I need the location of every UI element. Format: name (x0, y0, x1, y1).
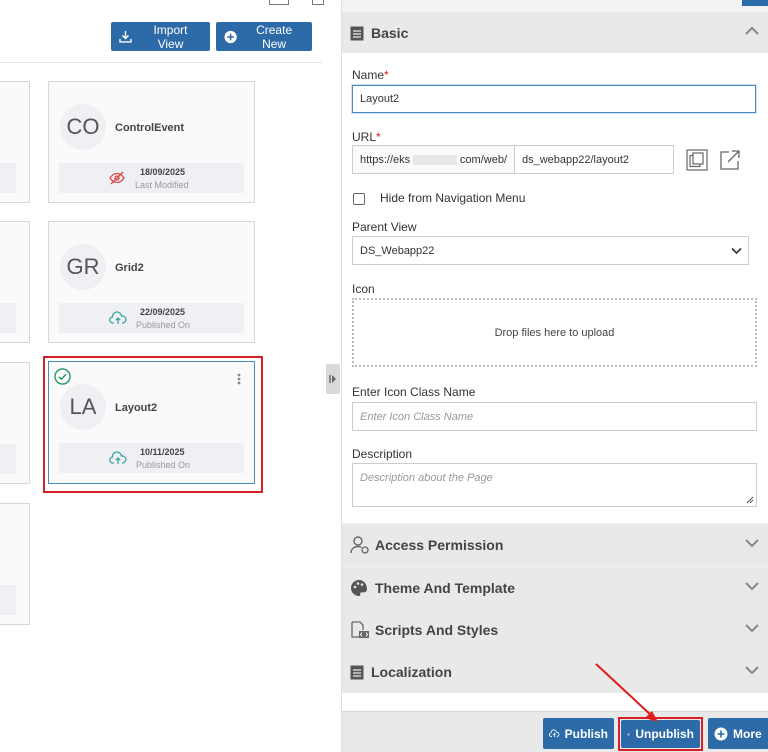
create-new-label: Create New (256, 22, 293, 51)
url-input[interactable]: ds_webapp22/layout2 (514, 145, 674, 174)
card-status: Published On (136, 460, 191, 470)
copy-icon[interactable] (686, 149, 708, 171)
chevron-up-icon (745, 26, 759, 35)
view-card-layout2[interactable]: LA Layout2 10/11/2025 Published On (48, 361, 255, 484)
unpublish-button[interactable]: Unpublish (621, 720, 700, 748)
section-localization-header[interactable]: Localization (342, 651, 768, 693)
create-new-button[interactable]: Create New (216, 22, 312, 51)
icon-class-label: Enter Icon Class Name (352, 385, 476, 399)
card-date: 22/09/2025 (140, 307, 186, 317)
code-file-icon (350, 621, 370, 639)
url-prefix: https://eks com/web/ (352, 145, 515, 174)
card-title: Grid2 (115, 262, 144, 274)
form-icon (350, 665, 364, 680)
card-date: 10/11/2025 (140, 447, 185, 457)
view-card-partial[interactable] (0, 362, 30, 484)
import-view-button[interactable]: Import View (111, 22, 210, 51)
form-icon (350, 26, 364, 41)
card-title: ControlEvent (115, 122, 185, 134)
card-footer (0, 444, 16, 474)
avatar: CO (60, 104, 106, 150)
eye-off-icon (627, 732, 631, 736)
card-footer: 10/11/2025 Published On (59, 443, 244, 473)
chevron-down-icon (745, 624, 759, 633)
download-icon (119, 31, 132, 43)
card-date: 18/09/2025 (140, 167, 186, 177)
section-theme-title: Theme And Template (375, 580, 516, 596)
avatar: LA (60, 384, 106, 430)
card-footer (0, 303, 16, 333)
chevron-down-icon (745, 582, 759, 591)
cloud-upload-icon (549, 729, 560, 738)
name-label: Name* (352, 68, 389, 82)
url-label: URL* (352, 130, 381, 144)
action-bar: Publish Unpublish More (342, 711, 768, 752)
more-vertical-icon[interactable] (237, 373, 241, 385)
views-panel: Import View Create New CO ControlEvent 1… (0, 0, 324, 752)
view-card-partial[interactable] (0, 221, 30, 343)
section-localization-title: Localization (371, 664, 452, 680)
toolbar-corner-icon-2[interactable] (312, 0, 324, 5)
icon-dropzone[interactable]: Drop files here to upload (352, 298, 757, 367)
chevron-down-icon (731, 247, 742, 255)
views-toolbar: Import View Create New (0, 0, 324, 63)
more-label: More (733, 726, 762, 741)
url-redacted (413, 154, 457, 165)
icon-class-input[interactable]: Enter Icon Class Name (352, 402, 757, 431)
palette-icon (350, 579, 368, 597)
section-access-header[interactable]: Access Permission (342, 524, 768, 566)
description-textarea[interactable]: Description about the Page (352, 463, 757, 507)
view-card-partial[interactable] (0, 81, 30, 203)
plus-circle-icon (714, 727, 728, 740)
parent-view-label: Parent View (352, 220, 417, 234)
panel-spacer (342, 693, 768, 711)
resize-handle-icon[interactable] (746, 496, 754, 504)
check-circle-icon (54, 368, 71, 385)
name-input[interactable]: Layout2 (352, 85, 756, 113)
icon-label: Icon (352, 282, 375, 296)
section-basic-body: Name* Layout2 URL* https://eks com/web/ d… (342, 53, 768, 523)
eye-off-icon (109, 171, 125, 185)
panel-collapse-handle[interactable] (326, 364, 340, 394)
section-access-title: Access Permission (375, 537, 504, 553)
import-view-label: Import View (153, 22, 188, 51)
card-footer: 22/09/2025 Published On (59, 303, 244, 333)
properties-panel: Basic Name* Layout2 URL* https://eks com/… (341, 0, 768, 752)
cloud-upload-icon (109, 311, 127, 324)
hide-nav-label: Hide from Navigation Menu (380, 191, 526, 205)
section-basic-header[interactable]: Basic (342, 12, 768, 54)
plus-circle-icon (224, 30, 237, 43)
section-basic-title: Basic (371, 25, 409, 41)
external-link-icon[interactable] (719, 149, 741, 171)
hide-nav-checkbox[interactable] (353, 193, 365, 205)
avatar: GR (60, 244, 106, 290)
view-card-partial[interactable] (0, 503, 30, 625)
dropzone-text: Drop files here to upload (494, 326, 615, 339)
parent-view-select[interactable]: DS_Webapp22 (352, 236, 749, 265)
more-button[interactable]: More (708, 718, 768, 749)
publish-button[interactable]: Publish (543, 718, 614, 749)
publish-label: Publish (564, 726, 608, 741)
section-theme-header[interactable]: Theme And Template (342, 567, 768, 609)
card-footer (0, 163, 16, 193)
collapse-right-icon (329, 375, 336, 383)
section-scripts-title: Scripts And Styles (375, 622, 499, 638)
panel-top-button[interactable] (742, 0, 768, 6)
section-scripts-header[interactable]: Scripts And Styles (342, 609, 768, 651)
card-footer: 18/09/2025 Last Modified (59, 163, 244, 193)
view-card-controlevent[interactable]: CO ControlEvent 18/09/2025 Last Modified (48, 81, 255, 203)
view-card-grid2[interactable]: GR Grid2 22/09/2025 Published On (48, 221, 255, 343)
cloud-upload-icon (109, 451, 127, 464)
unpublish-label: Unpublish (635, 727, 694, 741)
chevron-down-icon (745, 666, 759, 675)
card-footer (0, 585, 16, 615)
card-title: Layout2 (115, 402, 158, 414)
card-status: Published On (136, 320, 191, 330)
description-label: Description (352, 447, 413, 461)
user-lock-icon (350, 536, 370, 554)
chevron-down-icon (745, 539, 759, 548)
card-status: Last Modified (135, 180, 189, 190)
toolbar-corner-icon[interactable] (269, 0, 289, 5)
